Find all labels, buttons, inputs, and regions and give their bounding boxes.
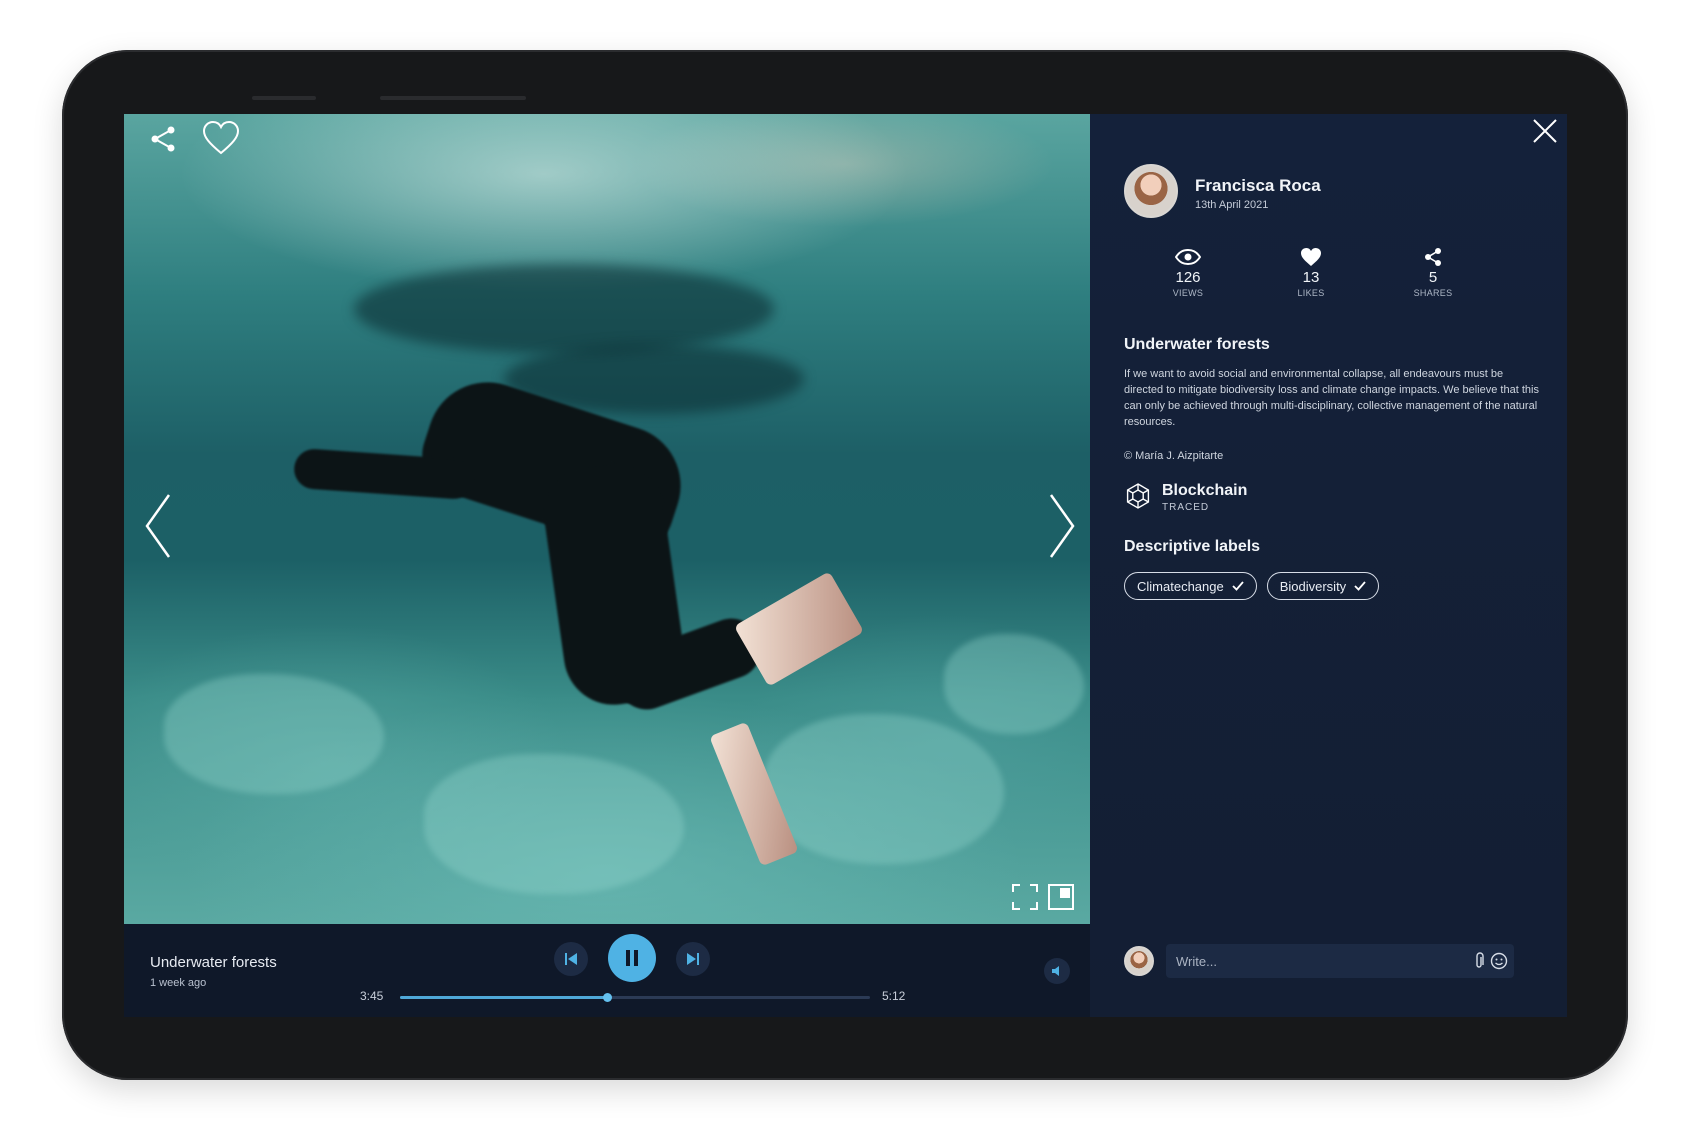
blockchain-subtitle: TRACED: [1162, 502, 1210, 513]
eye-icon: [1143, 246, 1233, 268]
player-title: Underwater forests: [150, 954, 277, 971]
post-date: 13th April 2021: [1195, 199, 1269, 211]
chevron-right-icon[interactable]: [1042, 486, 1082, 566]
stat-likes[interactable]: 13 LIKES: [1266, 246, 1356, 298]
volume-button: [252, 96, 316, 100]
player-subtitle: 1 week ago: [150, 977, 207, 989]
blockchain-icon: [1124, 482, 1152, 510]
share-icon[interactable]: [1388, 246, 1478, 268]
check-icon: [1354, 581, 1366, 591]
share-icon[interactable]: [146, 122, 180, 156]
next-track-button[interactable]: [676, 942, 710, 976]
power-button: [380, 96, 526, 100]
progress-fill: [400, 996, 607, 999]
paperclip-icon[interactable]: [1470, 952, 1488, 970]
details-panel: Francisca Roca 13th April 2021 126 VIEWS…: [1090, 114, 1567, 1017]
label-chip-text: Biodiversity: [1279, 578, 1347, 594]
heart-icon[interactable]: [1266, 246, 1356, 268]
shares-count: 5: [1428, 269, 1438, 286]
comment-input[interactable]: [1176, 944, 1456, 978]
player-bar: Underwater forests 1 week ago 3:45 5:12: [124, 924, 1090, 1017]
chevron-left-icon[interactable]: [138, 486, 178, 566]
views-label: VIEWS: [1172, 288, 1204, 298]
post-title: Underwater forests: [1124, 336, 1270, 353]
rock: [164, 674, 384, 794]
stat-views: 126 VIEWS: [1143, 246, 1233, 298]
labels-title: Descriptive labels: [1124, 538, 1261, 555]
fullscreen-icon[interactable]: [1010, 882, 1040, 912]
label-chip-climatechange[interactable]: Climatechange: [1124, 572, 1257, 600]
rock: [424, 754, 684, 894]
current-time: 3:45: [360, 989, 384, 1003]
likes-label: LIKES: [1297, 288, 1325, 298]
likes-count: 13: [1302, 269, 1320, 286]
views-count: 126: [1175, 269, 1201, 286]
author-name[interactable]: Francisca Roca: [1195, 176, 1321, 196]
speaker-icon: [1052, 966, 1059, 976]
tablet-frame: Underwater forests 1 week ago 3:45 5:12: [62, 50, 1628, 1080]
label-chip-text: Climatechange: [1137, 578, 1224, 594]
heart-outline-icon[interactable]: [200, 118, 242, 158]
rock: [764, 714, 1004, 864]
slate-board: [733, 571, 865, 687]
screen: Underwater forests 1 week ago 3:45 5:12: [124, 114, 1567, 1017]
user-avatar: [1124, 946, 1154, 976]
pause-icon: [626, 950, 638, 966]
label-chip-biodiversity[interactable]: Biodiversity: [1266, 572, 1380, 600]
close-icon[interactable]: [1530, 116, 1560, 146]
skip-back-icon: [565, 953, 577, 965]
stat-shares[interactable]: 5 SHARES: [1388, 246, 1478, 298]
check-icon: [1232, 581, 1244, 591]
volume-button[interactable]: [1044, 958, 1070, 984]
comment-box: [1166, 944, 1514, 978]
progress-handle[interactable]: [602, 993, 612, 1002]
label-list: Climatechange Biodiversity: [1124, 572, 1380, 600]
post-description: If we want to avoid social and environme…: [1124, 368, 1539, 428]
previous-track-button[interactable]: [554, 942, 588, 976]
total-time: 5:12: [882, 989, 906, 1003]
rock: [944, 634, 1084, 734]
media-viewer[interactable]: [124, 114, 1090, 924]
picture-in-picture-icon[interactable]: [1046, 882, 1076, 912]
water-surface-shadow: [354, 264, 774, 354]
author-avatar[interactable]: [1124, 164, 1178, 218]
pause-button[interactable]: [608, 934, 656, 982]
photo-credit: © María J. Aizpitarte: [1124, 450, 1224, 462]
progress-bar[interactable]: [400, 993, 870, 1002]
emoji-icon[interactable]: [1490, 952, 1508, 970]
skip-forward-icon: [687, 953, 699, 965]
blockchain-title: Blockchain: [1162, 482, 1248, 499]
shares-label: SHARES: [1413, 288, 1453, 298]
